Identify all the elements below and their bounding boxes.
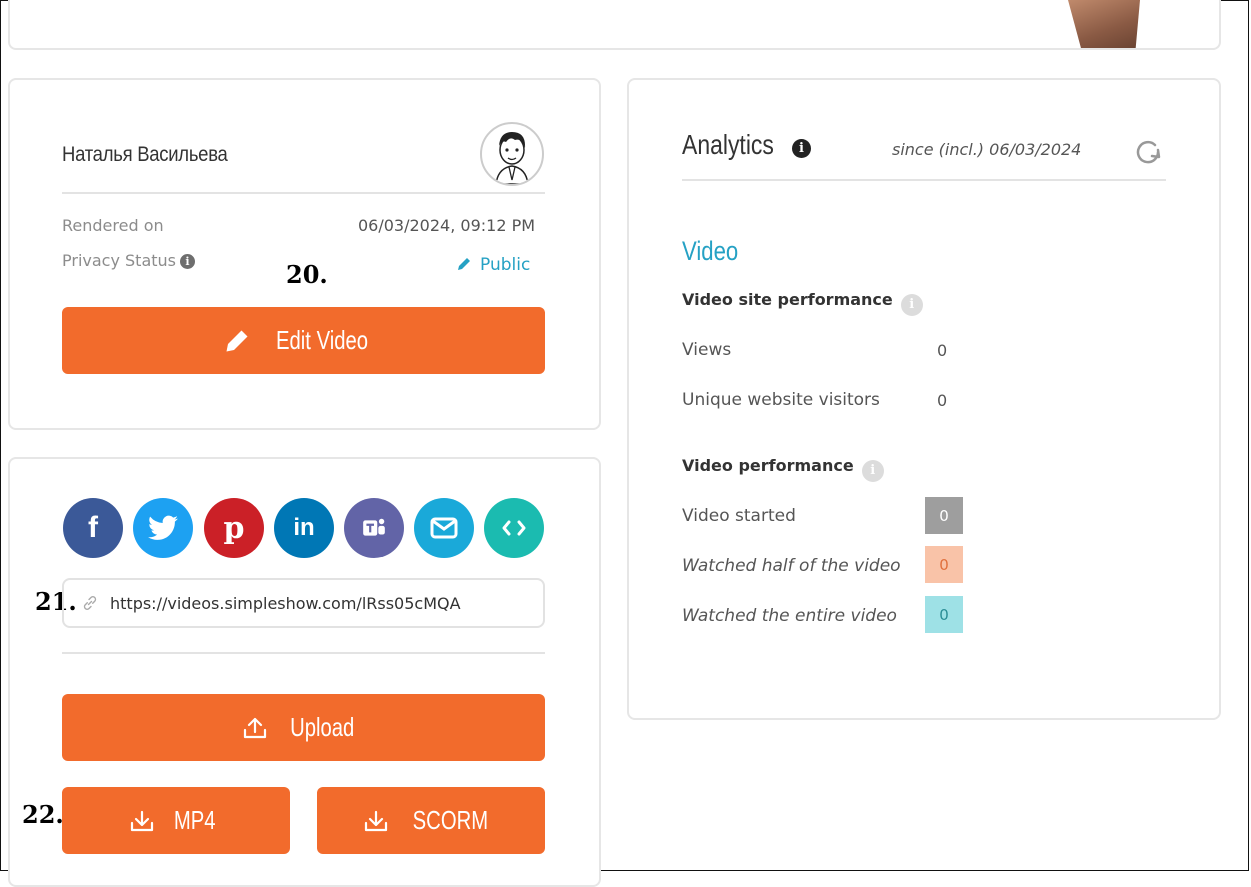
visitors-label: Unique website visitors: [682, 390, 880, 410]
pinterest-share-button[interactable]: p: [204, 498, 264, 558]
linkedin-icon: in: [293, 514, 315, 541]
video-section-title: Video: [682, 236, 739, 266]
email-share-button[interactable]: [414, 498, 474, 558]
views-label: Views: [682, 340, 732, 360]
email-icon: [430, 517, 458, 539]
share-divider: [62, 652, 545, 654]
mp4-label: MP4: [174, 805, 216, 835]
share-url-text: https://videos.simpleshow.com/lRss05cMQA: [110, 593, 461, 613]
share-url-field[interactable]: https://videos.simpleshow.com/lRss05cMQA: [62, 578, 545, 628]
analytics-title: Analytics: [682, 129, 774, 161]
facebook-icon: f: [88, 511, 98, 544]
facebook-share-button[interactable]: f: [63, 498, 123, 558]
video-performance-heading: Video performance i: [682, 456, 884, 482]
started-label: Video started: [682, 506, 796, 526]
analytics-since: since (incl.) 06/03/2024: [892, 140, 1082, 159]
embed-share-button[interactable]: [484, 498, 544, 558]
privacy-label: Privacy Status: [62, 251, 176, 270]
annotation-20: 20.: [286, 260, 328, 289]
pinterest-icon: p: [223, 510, 245, 546]
avatar[interactable]: [480, 122, 544, 186]
download-icon: [131, 810, 154, 831]
video-performance-title: Video performance: [682, 456, 854, 475]
upload-label: Upload: [290, 712, 355, 742]
twitter-icon: [148, 515, 178, 540]
linkedin-share-button[interactable]: in: [274, 498, 334, 558]
author-name: Наталья Васильева: [62, 143, 228, 166]
privacy-value: Public: [480, 255, 531, 275]
link-icon: [83, 596, 97, 610]
edit-video-button[interactable]: Edit Video: [62, 307, 545, 374]
upload-icon: [244, 717, 267, 738]
started-badge: 0: [925, 497, 963, 534]
analytics-info-icon[interactable]: i: [792, 139, 811, 158]
entire-badge: 0: [925, 596, 963, 633]
site-performance-title: Video site performance: [682, 290, 893, 309]
teams-share-button[interactable]: [344, 498, 404, 558]
refresh-button[interactable]: [1133, 136, 1163, 170]
embed-code-icon: [502, 520, 526, 536]
info-icon[interactable]: i: [180, 254, 195, 269]
avatar-icon: [495, 132, 529, 184]
privacy-status: Privacy Status i: [62, 251, 195, 270]
analytics-divider: [682, 179, 1166, 181]
site-performance-info-icon[interactable]: i: [900, 294, 923, 316]
pencil-icon: [458, 258, 470, 270]
download-mp4-button[interactable]: MP4: [62, 787, 290, 854]
teams-icon: [363, 518, 385, 536]
views-value: 0: [937, 341, 948, 360]
rendered-label: Rendered on: [62, 216, 164, 235]
edit-video-label: Edit Video: [276, 325, 369, 355]
analytics-title-text: Analytics: [682, 129, 774, 160]
scorm-label: SCORM: [412, 805, 488, 835]
annotation-22: 22.: [22, 800, 64, 829]
video-preview-card: [8, 0, 1221, 50]
privacy-public-link[interactable]: Public: [456, 255, 530, 275]
video-performance-info-icon[interactable]: i: [861, 460, 884, 482]
twitter-share-button[interactable]: [133, 498, 193, 558]
refresh-icon: [1136, 140, 1161, 164]
visitors-value: 0: [937, 391, 948, 410]
entire-label: Watched the entire video: [682, 606, 897, 626]
site-performance-heading: Video site performance i: [682, 290, 923, 316]
upload-button[interactable]: Upload: [62, 694, 545, 761]
download-icon: [364, 810, 387, 831]
pencil-icon: [226, 330, 248, 351]
rendered-value: 06/03/2024, 09:12 PM: [358, 216, 536, 235]
half-label: Watched half of the video: [682, 556, 901, 576]
profile-divider: [62, 192, 545, 194]
download-scorm-button[interactable]: SCORM: [317, 787, 545, 854]
half-badge: 0: [925, 546, 963, 583]
